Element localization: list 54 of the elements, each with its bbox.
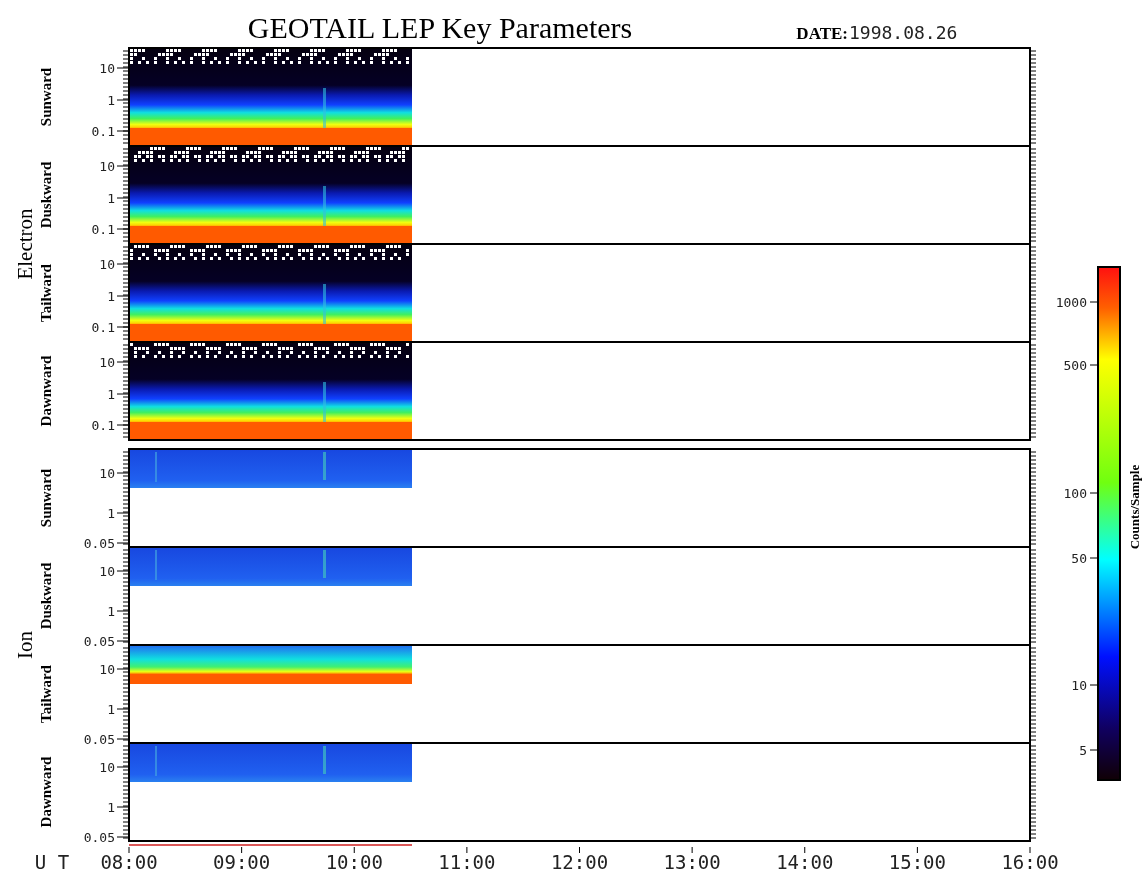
time-tick-label: 09:00 xyxy=(213,851,271,873)
panel-label: Sunward xyxy=(38,67,54,127)
axis-tick-label: 10 xyxy=(99,466,115,481)
colorbar-title: Counts/Sample xyxy=(1127,464,1142,550)
axis-tick-label: 1 xyxy=(107,604,115,619)
group-label: Electron xyxy=(13,208,37,280)
time-tick-label: 11:00 xyxy=(438,851,496,873)
panel-label: Tailward xyxy=(38,665,54,723)
axis-tick-label: 1 xyxy=(107,191,115,206)
colorbar-tick-label: 10 xyxy=(1071,678,1087,693)
axis-tick-label: 10 xyxy=(99,564,115,579)
time-tick-label: 08:00 xyxy=(100,851,158,873)
axis-tick-label: 0.1 xyxy=(91,222,115,237)
axis-tick-label: 10 xyxy=(99,257,115,272)
axis-tick-label: 0.1 xyxy=(91,124,115,139)
time-axis-label: U T xyxy=(34,851,70,873)
time-tick-label: 10:00 xyxy=(325,851,383,873)
axis-tick-label: 10 xyxy=(99,760,115,775)
axis-tick-label: 0.05 xyxy=(83,830,115,845)
panel-label: Tailward xyxy=(38,264,54,322)
axis-tick-label: 10 xyxy=(99,355,115,370)
axis-tick-label: 1 xyxy=(107,506,115,521)
colorbar-tick-label: 100 xyxy=(1063,486,1087,501)
axis-tick-label: 1 xyxy=(107,289,115,304)
axis-tick-label: 0.1 xyxy=(91,320,115,335)
colorbar-tick-label: 50 xyxy=(1071,551,1087,566)
panel-label: Duskward xyxy=(38,161,54,229)
panel-label: Dawnward xyxy=(38,756,54,828)
axis-tick-label: 0.1 xyxy=(91,418,115,433)
panel-label: Dawnward xyxy=(38,355,54,427)
plot-title: GEOTAIL LEP Key Parameters xyxy=(247,11,633,44)
time-tick-label: 16:00 xyxy=(1001,851,1059,873)
date-label: DATE: xyxy=(796,24,848,43)
panel-label: Sunward xyxy=(38,468,54,528)
group-label: Ion xyxy=(13,631,37,659)
colorbar-tick-label: 500 xyxy=(1063,358,1087,373)
colorbar-tick-label: 1000 xyxy=(1055,295,1087,310)
axis-tick-label: 0.05 xyxy=(83,536,115,551)
panel-label: Duskward xyxy=(38,562,54,630)
date-value: 1998.08.26 xyxy=(849,22,958,43)
time-tick-label: 15:00 xyxy=(888,851,946,873)
axis-tick-label: 1 xyxy=(107,387,115,402)
time-tick-label: 13:00 xyxy=(663,851,721,873)
axis-tick-label: 10 xyxy=(99,159,115,174)
axis-tick-label: 0.05 xyxy=(83,732,115,747)
axis-tick-label: 1 xyxy=(107,702,115,717)
colorbar-tick-label: 5 xyxy=(1079,743,1087,758)
axis-tick-label: 1 xyxy=(107,93,115,108)
axis-tick-label: 10 xyxy=(99,662,115,677)
axis-tick-label: 10 xyxy=(99,61,115,76)
axis-tick-label: 0.05 xyxy=(83,634,115,649)
time-tick-label: 12:00 xyxy=(550,851,609,873)
time-tick-label: 14:00 xyxy=(776,851,834,873)
axis-tick-label: 1 xyxy=(107,800,115,815)
